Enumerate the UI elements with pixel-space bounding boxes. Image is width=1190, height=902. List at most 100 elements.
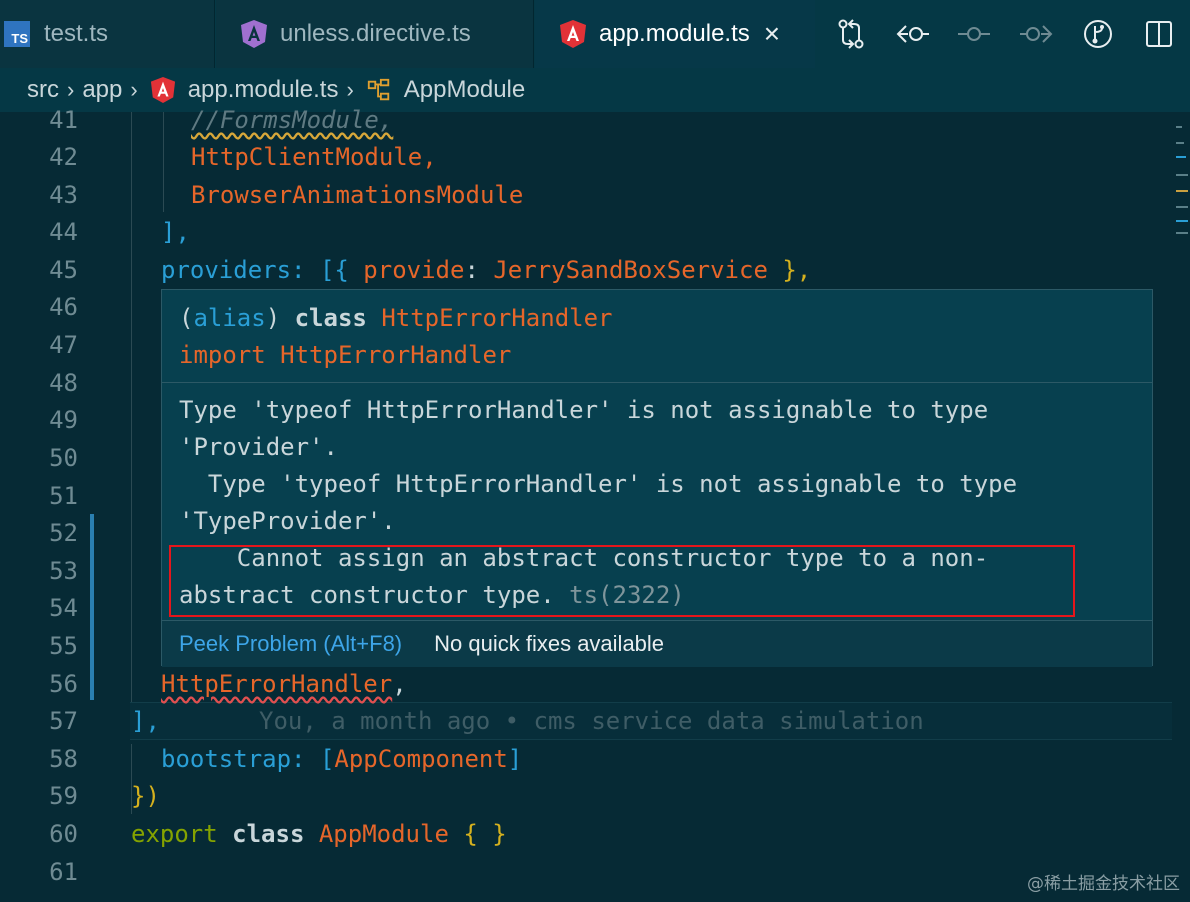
code-editor[interactable]: 41 42 43 44 45 46 47 48 49 50 51 52 53 5… <box>0 106 1190 902</box>
line-number: 46 <box>49 293 78 321</box>
arrow-left-circle-icon <box>896 25 929 43</box>
split-editor-button[interactable] <box>1128 14 1190 54</box>
next-change-button[interactable] <box>1005 14 1067 54</box>
line-number: 50 <box>49 444 78 472</box>
hover-status-bar: Peek Problem (Alt+F8) No quick fixes ava… <box>162 620 1152 667</box>
hover-signature: (alias) class HttpErrorHandler <box>179 304 613 332</box>
bracket-token: ], <box>161 218 190 246</box>
error-message-line: 'Provider'. <box>179 433 338 461</box>
breadcrumb-src[interactable]: src <box>27 76 59 104</box>
line-number: 43 <box>49 181 78 209</box>
git-modified-gutter <box>90 514 94 700</box>
hover-tooltip: (alias) class HttpErrorHandler import Ht… <box>161 289 1153 667</box>
breadcrumb-file[interactable]: app.module.ts <box>188 76 339 104</box>
line-number: 58 <box>49 745 78 773</box>
ts-file-icon: TS <box>4 21 30 47</box>
class-name-token: HttpErrorHandler <box>381 304 613 332</box>
minimap-marker <box>1176 142 1184 144</box>
watermark: @稀土掘金技术社区 <box>1027 874 1180 894</box>
code-line-43: BrowserAnimationsModule <box>191 181 523 209</box>
property-token: providers <box>161 256 292 284</box>
commit-icon <box>958 27 991 41</box>
chevron-right-icon: › <box>130 77 138 102</box>
line-number: 53 <box>49 557 78 585</box>
keyword-token: class <box>232 820 305 848</box>
line-number: 61 <box>49 858 78 886</box>
line-number: 48 <box>49 369 78 397</box>
line-number: 45 <box>49 256 78 284</box>
class-name-token: HttpErrorHandler <box>280 341 512 369</box>
brace-token: } <box>131 782 146 810</box>
code-line-58: bootstrap: [AppComponent] <box>161 745 522 773</box>
service-token: JerrySandBoxService <box>493 256 768 284</box>
code-line-56: HttpErrorHandler, <box>161 670 407 698</box>
keyword-token: export <box>131 820 218 848</box>
line-number: 59 <box>49 782 78 810</box>
keyword-token: import <box>179 341 266 369</box>
line-number: 51 <box>49 482 78 510</box>
previous-change-button[interactable] <box>882 14 944 54</box>
code-line-45: providers: [{ provide: JerrySandBoxServi… <box>161 256 811 284</box>
error-message-line: 'TypeProvider'. <box>179 507 396 535</box>
line-number: 56 <box>49 670 78 698</box>
module-token: HttpClientModule, <box>191 143 437 171</box>
breadcrumb-app[interactable]: app <box>82 76 122 104</box>
brace-token: { } <box>463 820 507 848</box>
indent-guide <box>163 112 164 212</box>
git-blame-annotation: You, a month ago • cms service data simu… <box>259 707 924 735</box>
close-icon[interactable]: × <box>764 18 780 50</box>
code-line-57: ], <box>131 707 160 735</box>
punctuation-token: , <box>392 670 407 698</box>
minimap-marker <box>1176 126 1182 128</box>
line-number: 57 <box>49 707 78 735</box>
peek-problem-link[interactable]: Peek Problem (Alt+F8) <box>179 631 402 657</box>
line-number: 41 <box>49 106 78 134</box>
tab-test-ts[interactable]: TS test.ts <box>0 0 215 68</box>
tab-bar: TS test.ts unless.directive.ts app.modul… <box>0 0 1190 68</box>
chevron-right-icon: › <box>346 77 354 102</box>
property-token: provide <box>363 256 465 284</box>
property-token: bootstrap <box>161 745 292 773</box>
tab-label: test.ts <box>44 20 109 47</box>
split-editor-icon <box>1146 21 1173 47</box>
tab-label: unless.directive.ts <box>280 20 471 47</box>
line-number: 60 <box>49 820 78 848</box>
editor-actions <box>820 0 1190 68</box>
breadcrumb: src › app › app.module.ts › AppModule <box>0 68 1190 112</box>
code-line-44: ], <box>161 218 190 246</box>
punctuation-token: ) <box>265 304 295 332</box>
component-token: AppComponent <box>334 745 508 773</box>
code-line-59: }) <box>131 782 160 810</box>
git-branch-circle-icon <box>1083 20 1112 48</box>
hover-import: import HttpErrorHandler <box>179 341 511 369</box>
tab-app-module[interactable]: app.module.ts × <box>535 0 815 68</box>
minimap-marker <box>1176 220 1188 222</box>
alias-token: alias <box>193 304 266 332</box>
class-symbol-icon <box>367 78 390 101</box>
punctuation-token: : [{ <box>291 256 364 284</box>
error-message-line: Type 'typeof HttpErrorHandler' is not as… <box>179 470 1018 498</box>
arrow-right-circle-icon <box>1019 25 1053 43</box>
git-graph-button[interactable] <box>1067 14 1129 54</box>
highlight-annotation-box <box>169 545 1075 617</box>
hover-divider <box>162 382 1152 383</box>
git-compare-icon <box>838 19 864 49</box>
line-number: 49 <box>49 406 78 434</box>
comment-token: //FormsModule, <box>191 106 394 134</box>
minimap-marker <box>1176 206 1188 208</box>
error-token[interactable]: HttpErrorHandler <box>161 670 392 698</box>
angular-icon <box>560 20 586 48</box>
tab-unless-directive[interactable]: unless.directive.ts <box>216 0 534 68</box>
line-number: 44 <box>49 218 78 246</box>
bracket-token: ], <box>131 707 160 735</box>
code-line-60: export class AppModule { } <box>131 820 507 848</box>
punctuation-token: ( <box>179 304 194 332</box>
line-number: 55 <box>49 632 78 660</box>
breadcrumb-symbol[interactable]: AppModule <box>404 76 525 104</box>
punctuation-token: : [ <box>291 745 335 773</box>
compare-changes-button[interactable] <box>820 14 882 54</box>
chevron-right-icon: › <box>67 77 75 102</box>
line-number: 42 <box>49 143 78 171</box>
timeline-button[interactable] <box>943 14 1005 54</box>
bracket-token: ] <box>507 745 523 773</box>
